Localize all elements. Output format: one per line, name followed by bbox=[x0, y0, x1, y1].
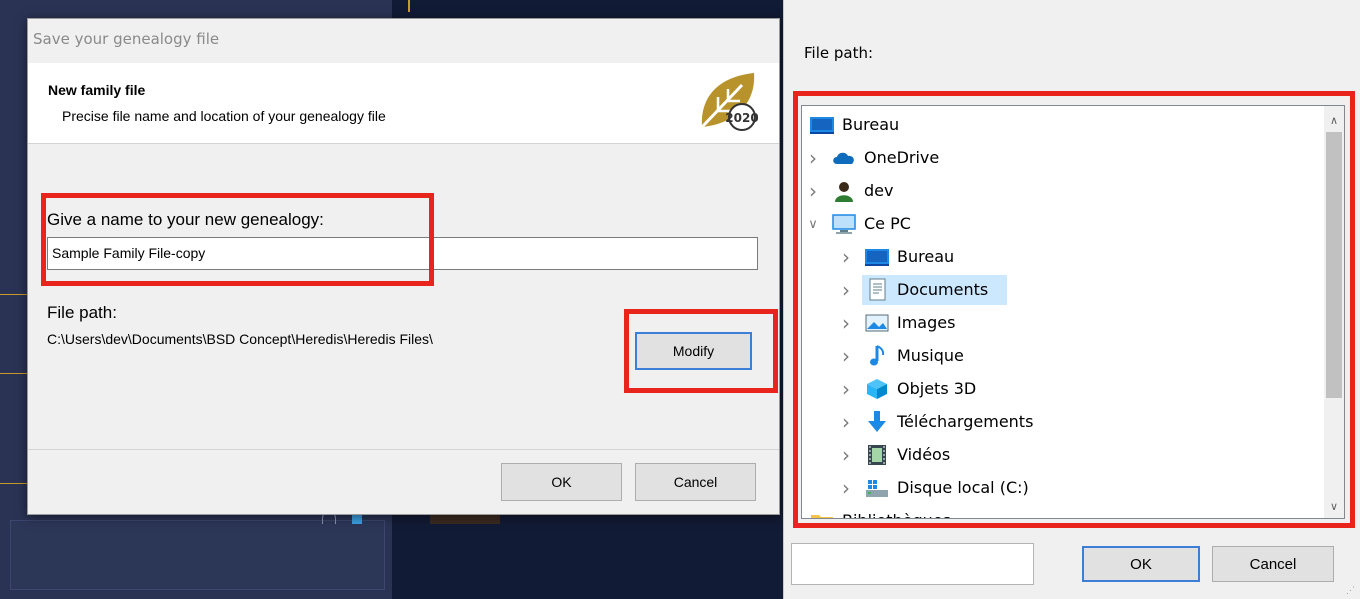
folder-ok-button[interactable]: OK bbox=[1082, 546, 1200, 582]
resize-grip-icon[interactable]: ⋰ bbox=[1346, 585, 1356, 595]
header-title: New family file bbox=[48, 82, 146, 98]
background-card bbox=[10, 520, 385, 590]
folder-cancel-button[interactable]: Cancel bbox=[1212, 546, 1334, 582]
cancel-button[interactable]: Cancel bbox=[635, 463, 756, 501]
logo-badge-text: 2020 bbox=[725, 111, 758, 125]
background-accent-mark bbox=[408, 0, 410, 12]
ok-button[interactable]: OK bbox=[501, 463, 622, 501]
file-path-value: C:\Users\dev\Documents\BSD Concept\Hered… bbox=[47, 331, 433, 347]
background-accent-line bbox=[0, 373, 28, 374]
dialog-title: Save your genealogy file bbox=[33, 30, 220, 48]
divider bbox=[28, 143, 779, 144]
header-subtitle: Precise file name and location of your g… bbox=[62, 108, 386, 124]
heredis-leaf-logo-icon: 2020 bbox=[700, 73, 758, 131]
dialog-header: New family file Precise file name and lo… bbox=[28, 63, 779, 143]
file-path-label: File path: bbox=[47, 303, 117, 322]
highlight-box bbox=[793, 91, 1355, 528]
folder-name-input[interactable] bbox=[791, 543, 1034, 585]
folder-path-label: File path: bbox=[804, 44, 874, 62]
background-accent-line bbox=[0, 483, 28, 484]
highlight-box bbox=[624, 309, 778, 393]
background-accent-line bbox=[0, 294, 28, 295]
divider bbox=[28, 449, 779, 450]
highlight-box bbox=[41, 193, 434, 286]
background-person-icon bbox=[352, 514, 362, 524]
